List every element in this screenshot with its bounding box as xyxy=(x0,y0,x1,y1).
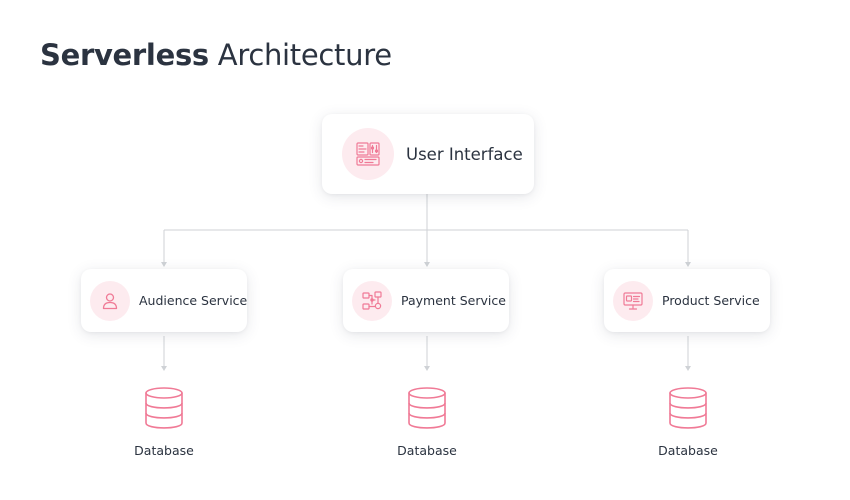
dashboard-icon xyxy=(342,128,394,180)
payment-flow-icon xyxy=(352,280,392,321)
user-icon xyxy=(90,280,130,321)
user-interface-label: User Interface xyxy=(406,144,523,164)
database-label: Database xyxy=(397,443,457,458)
payment-service-node: Payment Service xyxy=(343,269,509,332)
arrowhead-payment-db xyxy=(424,366,430,371)
audience-service-label: Audience Service xyxy=(139,293,248,308)
user-interface-node: User Interface xyxy=(322,114,534,194)
database-label: Database xyxy=(134,443,194,458)
arrowhead-product xyxy=(685,262,691,267)
product-service-node: Product Service xyxy=(604,269,770,332)
product-service-label: Product Service xyxy=(662,293,760,308)
audience-service-node: Audience Service xyxy=(81,269,247,332)
payment-service-label: Payment Service xyxy=(401,293,506,308)
database-icon xyxy=(408,387,446,429)
arrowhead-payment xyxy=(424,262,430,267)
database-node: Database xyxy=(387,386,467,458)
database-node: Database xyxy=(124,386,204,458)
database-label: Database xyxy=(658,443,718,458)
database-icon xyxy=(145,387,183,429)
monitor-icon xyxy=(613,280,653,321)
database-icon xyxy=(669,387,707,429)
arrowhead-product-db xyxy=(685,366,691,371)
arrowhead-audience xyxy=(161,262,167,267)
database-node: Database xyxy=(648,386,728,458)
arrowhead-audience-db xyxy=(161,366,167,371)
